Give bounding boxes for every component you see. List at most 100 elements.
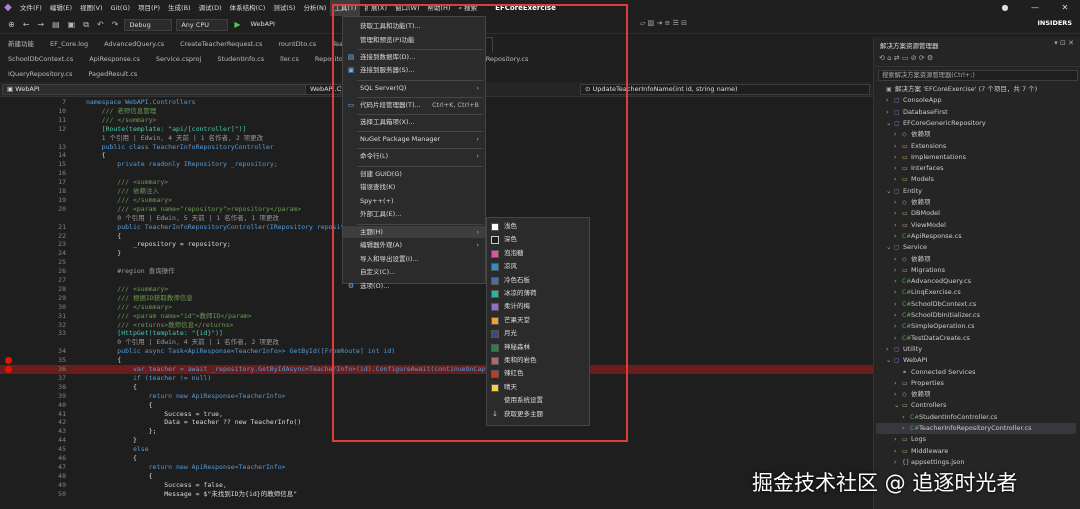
expand-chevron-icon[interactable]: › (894, 299, 902, 310)
tree-item[interactable]: › ▭ DBModel (894, 208, 940, 219)
tree-item[interactable]: › ▭ Middleware (894, 446, 948, 457)
expand-chevron-icon[interactable]: › (894, 141, 902, 152)
expand-chevron-icon[interactable]: › (894, 321, 902, 332)
menu-item[interactable]: 生成(B) (164, 0, 195, 16)
forward-icon[interactable]: → (35, 20, 46, 29)
menu-item[interactable]: 视图(V) (76, 0, 107, 16)
tree-item[interactable]: › ▭ Properties (894, 378, 944, 389)
editor-tab[interactable]: AdvancedQuery.cs (96, 37, 172, 51)
menu-item[interactable]: 编辑(E) (46, 0, 76, 16)
startup-project[interactable]: WebAPI (247, 19, 295, 31)
expand-chevron-icon[interactable]: › (902, 423, 910, 434)
tree-item[interactable]: › C#LinqExercise.cs (894, 287, 961, 298)
back-icon[interactable]: ← (21, 20, 32, 29)
menu-item[interactable]: 体系结构(C) (226, 0, 270, 16)
tree-item[interactable]: ⌄ ▢ Entity (886, 186, 922, 197)
editor-tab[interactable]: ller.cs (272, 52, 307, 66)
tree-item[interactable]: › C#SimpleOperation.cs (894, 321, 975, 332)
menu-item[interactable]: Git(G) (107, 0, 135, 16)
expand-chevron-icon[interactable]: › (894, 152, 902, 163)
run-icon[interactable]: ▶ (232, 20, 242, 29)
tree-item[interactable]: › ▭ Extensions (894, 141, 946, 152)
editor-tab[interactable]: SchoolDbContext.cs (0, 52, 81, 66)
open-icon[interactable]: ▤ (50, 20, 62, 29)
tree-item[interactable]: › ▭ ViewModel (894, 220, 946, 231)
tree-item[interactable]: › ▢ DatabaseFirst (886, 107, 948, 118)
editor-tab[interactable]: ApiResponse.cs (81, 52, 148, 66)
editor-tab[interactable]: Service.csproj (148, 52, 210, 66)
expand-chevron-icon[interactable]: › (894, 163, 902, 174)
tree-item[interactable]: › C#SchoolDbInitializer.cs (894, 310, 980, 321)
tree-item[interactable]: ⌄ ▢ WebAPI (886, 355, 927, 366)
expand-chevron-icon[interactable]: › (894, 208, 902, 219)
editor-tab[interactable]: rountDto.cs (270, 37, 324, 51)
expand-chevron-icon[interactable]: › (894, 231, 902, 242)
save-all-icon[interactable]: ⧉ (81, 20, 91, 30)
expand-chevron-icon[interactable]: › (894, 310, 902, 321)
undo-icon[interactable]: ↶ (95, 20, 106, 29)
tree-item[interactable]: › C#AdvancedQuery.cs (894, 276, 971, 287)
expand-chevron-icon[interactable]: › (894, 220, 902, 231)
tree-item[interactable]: › ◇ 依赖项 (894, 389, 931, 400)
expand-chevron-icon[interactable]: › (894, 333, 902, 344)
tree-item[interactable]: › ▭ Migrations (894, 265, 945, 276)
config-select[interactable]: Debug (124, 18, 173, 31)
menu-item[interactable]: 文件(F) (16, 0, 46, 16)
tree-item[interactable]: › ▭ Logs (894, 434, 926, 445)
editor-tab[interactable]: IQueryRepository.cs (0, 67, 80, 81)
expand-chevron-icon[interactable]: › (894, 378, 902, 389)
expand-chevron-icon[interactable]: ⌄ (886, 242, 894, 253)
tree-item[interactable]: › ▭ Implementations (894, 152, 966, 163)
redo-icon[interactable]: ↷ (110, 20, 121, 29)
expand-chevron-icon[interactable]: › (894, 265, 902, 276)
tree-item[interactable]: ⌄ ▢ Service (886, 242, 927, 253)
tree-item[interactable]: ⌄ ▢ EFCoreGenericRepository (886, 118, 986, 129)
menu-item[interactable]: 测试(S) (269, 0, 299, 16)
solution-toolbar-icons[interactable]: ⟲ ⌂ ⇄ ▭ ⊘ ⟳ ⚙ (879, 54, 933, 62)
tree-item[interactable]: › ◇ 依赖项 (894, 197, 931, 208)
menu-item[interactable]: 项目(P) (134, 0, 164, 16)
expand-chevron-icon[interactable]: ⌄ (886, 355, 894, 366)
tree-item[interactable]: › ▢ ConsoleApp (886, 95, 942, 106)
expand-chevron-icon[interactable]: › (894, 276, 902, 287)
tree-item[interactable]: › C#TeacherInfoRepositoryController.cs (876, 423, 1076, 435)
expand-chevron-icon[interactable]: › (894, 389, 902, 400)
expand-chevron-icon[interactable]: › (902, 412, 910, 423)
new-item-icon[interactable]: ⊕ (6, 20, 17, 29)
expand-chevron-icon[interactable]: › (894, 254, 902, 265)
tree-item[interactable]: › ◇ 依赖项 (894, 254, 931, 265)
expand-chevron-icon[interactable]: › (886, 95, 894, 106)
expand-chevron-icon[interactable]: › (894, 129, 902, 140)
editor-tab[interactable]: CreateTeacherRequest.cs (172, 37, 270, 51)
tree-item[interactable]: › ▭ Models (894, 174, 934, 185)
project-combo[interactable]: ▣ WebAPI (2, 84, 332, 95)
expand-chevron-icon[interactable]: › (886, 344, 894, 355)
account-avatar-icon[interactable]: ● (990, 0, 1020, 16)
toolbar-right-icons[interactable]: ▱ ▨ ⇥ ≡ ☰ ⊟ (640, 19, 687, 27)
expand-chevron-icon[interactable]: › (894, 434, 902, 445)
tree-item[interactable]: › ◇ 依赖项 (894, 129, 931, 140)
editor-tab[interactable]: StudentInfo.cs (209, 52, 272, 66)
tree-item[interactable]: › ▭ Interfaces (894, 163, 944, 174)
tree-item[interactable]: › C#StudentInfoController.cs (902, 412, 997, 423)
solution-search-input[interactable]: 搜索解决方案资源管理器(Ctrl+;) (878, 70, 1078, 81)
expand-chevron-icon[interactable]: ⌄ (886, 118, 894, 129)
panel-options-icon[interactable]: ▾ ⊡ ✕ (1054, 39, 1074, 47)
editor-tab[interactable]: PagedResult.cs (80, 67, 145, 81)
breakpoint-icon[interactable] (5, 357, 12, 365)
tree-item[interactable]: ⌄ ▭ Controllers (894, 400, 946, 411)
editor-tab[interactable]: 新建功能 (0, 37, 42, 51)
tree-item[interactable]: › ▢ Utility (886, 344, 922, 355)
expand-chevron-icon[interactable]: ⌄ (894, 400, 902, 411)
tree-item[interactable]: ▣ 解决方案 'EFCoreExercise' (7 个项目，共 7 个) (878, 84, 1037, 95)
tree-item[interactable]: › C#TestDataCreate.cs (894, 333, 970, 344)
tree-item[interactable]: › C#ApiResponse.cs (894, 231, 962, 242)
menu-item[interactable]: 调试(D) (195, 0, 226, 16)
expand-chevron-icon[interactable]: › (894, 174, 902, 185)
tree-item[interactable]: ⚭ Connected Services (894, 367, 975, 378)
minimize-button[interactable]: — (1020, 0, 1050, 16)
expand-chevron-icon[interactable]: › (894, 446, 902, 457)
editor-tab[interactable]: EF_Core.log (42, 37, 96, 51)
menu-item[interactable]: 分析(N) (299, 0, 330, 16)
platform-select[interactable]: Any CPU (176, 18, 229, 31)
